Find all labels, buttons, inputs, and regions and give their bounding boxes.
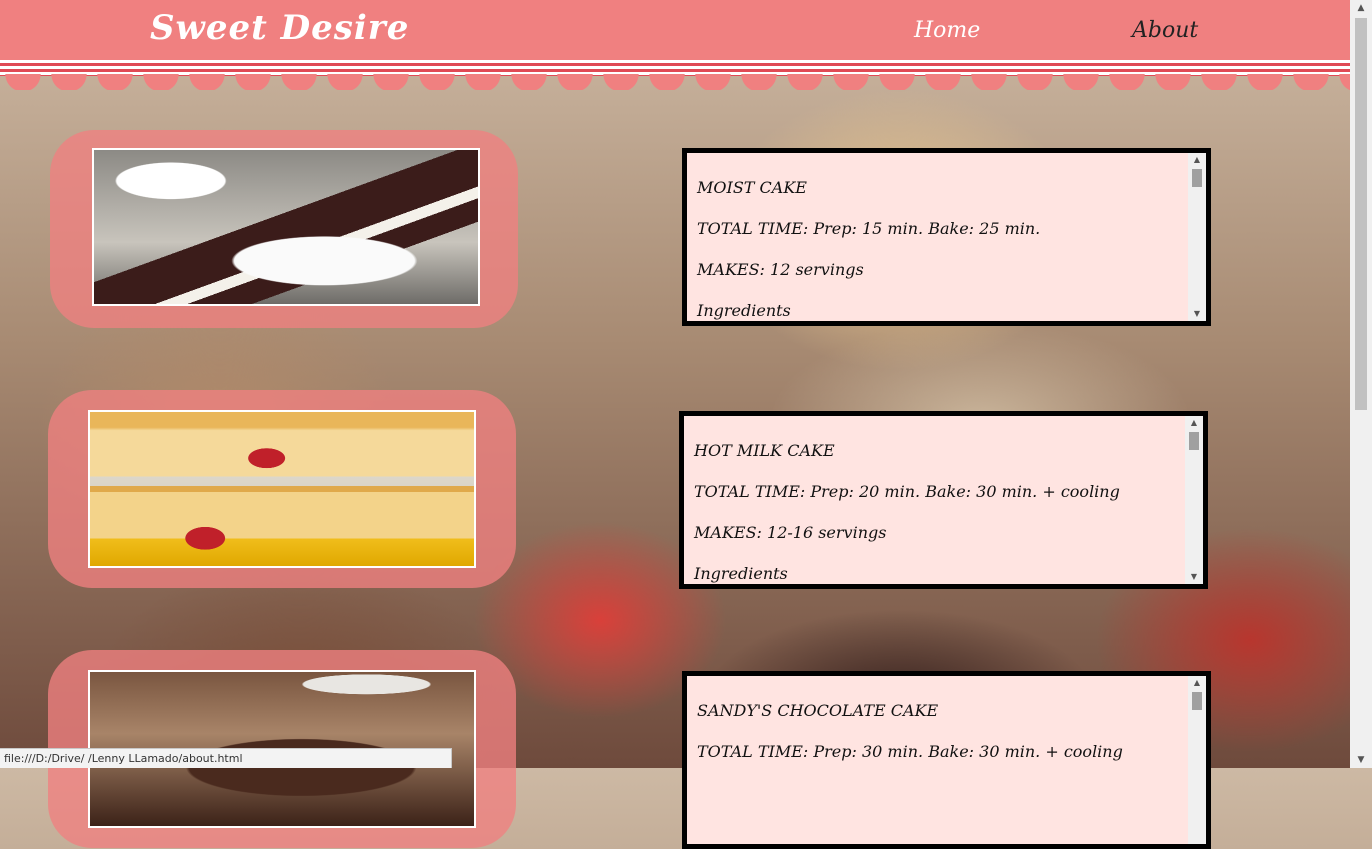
- recipe-total-time: TOTAL TIME: Prep: 30 min. Bake: 30 min. …: [697, 742, 1123, 761]
- recipe-box-moist-cake[interactable]: MOIST CAKE TOTAL TIME: Prep: 15 min. Bak…: [682, 148, 1211, 326]
- brand-logo[interactable]: Sweet Desire: [150, 8, 409, 48]
- recipe-content: MOIST CAKE TOTAL TIME: Prep: 15 min. Bak…: [687, 153, 1188, 321]
- recipe-scrollbar[interactable]: ▲: [1188, 676, 1206, 844]
- scroll-up-arrow-icon[interactable]: ▲: [1185, 416, 1203, 430]
- browser-status-bar: file:///D:/Drive/ /Lenny LLamado/about.h…: [0, 748, 452, 768]
- page-scroll-up-arrow-icon[interactable]: ▲: [1350, 0, 1372, 16]
- recipe-title: HOT MILK CAKE: [694, 441, 835, 460]
- moist-cake-photo: [92, 148, 480, 306]
- recipe-scrollbar[interactable]: ▲ ▼: [1185, 416, 1203, 584]
- cake-photo-frame-2: [48, 390, 516, 588]
- recipe-content: HOT MILK CAKE TOTAL TIME: Prep: 20 min. …: [684, 416, 1185, 584]
- page-scroll-thumb[interactable]: [1355, 18, 1367, 410]
- scroll-up-arrow-icon[interactable]: ▲: [1188, 676, 1206, 690]
- cake-photo-frame-1: [50, 130, 518, 328]
- recipe-total-time: TOTAL TIME: Prep: 15 min. Bake: 25 min.: [697, 219, 1041, 238]
- recipe-scrollbar[interactable]: ▲ ▼: [1188, 153, 1206, 321]
- recipe-box-sandys-chocolate-cake[interactable]: SANDY'S CHOCOLATE CAKE TOTAL TIME: Prep:…: [682, 671, 1211, 849]
- recipe-box-hot-milk-cake[interactable]: HOT MILK CAKE TOTAL TIME: Prep: 20 min. …: [679, 411, 1208, 589]
- page-scrollbar[interactable]: ▲ ▼: [1350, 0, 1372, 768]
- recipe-makes: MAKES: 12 servings: [697, 260, 864, 279]
- recipe-ingredients-heading: Ingredients: [697, 301, 791, 320]
- scroll-down-arrow-icon[interactable]: ▼: [1185, 570, 1203, 584]
- scroll-down-arrow-icon[interactable]: ▼: [1188, 307, 1206, 321]
- recipe-ingredients-heading: Ingredients: [694, 564, 788, 583]
- recipe-title: SANDY'S CHOCOLATE CAKE: [697, 701, 939, 720]
- recipe-content: SANDY'S CHOCOLATE CAKE TOTAL TIME: Prep:…: [687, 676, 1188, 844]
- hot-milk-cake-photo: [88, 410, 476, 568]
- recipe-makes: MAKES: 12-16 servings: [694, 523, 887, 542]
- recipe-title: MOIST CAKE: [697, 178, 807, 197]
- nav-home-link[interactable]: Home: [914, 18, 980, 43]
- page-scroll-down-arrow-icon[interactable]: ▼: [1350, 752, 1372, 768]
- nav-about-link[interactable]: About: [1132, 18, 1198, 43]
- site-header: Sweet Desire Home About: [0, 0, 1350, 62]
- scroll-up-arrow-icon[interactable]: ▲: [1188, 153, 1206, 167]
- recipe-total-time: TOTAL TIME: Prep: 20 min. Bake: 30 min. …: [694, 482, 1120, 501]
- scroll-thumb[interactable]: [1189, 432, 1199, 450]
- scroll-thumb[interactable]: [1192, 169, 1202, 187]
- scroll-thumb[interactable]: [1192, 692, 1202, 710]
- header-scallop-edge: [0, 74, 1350, 90]
